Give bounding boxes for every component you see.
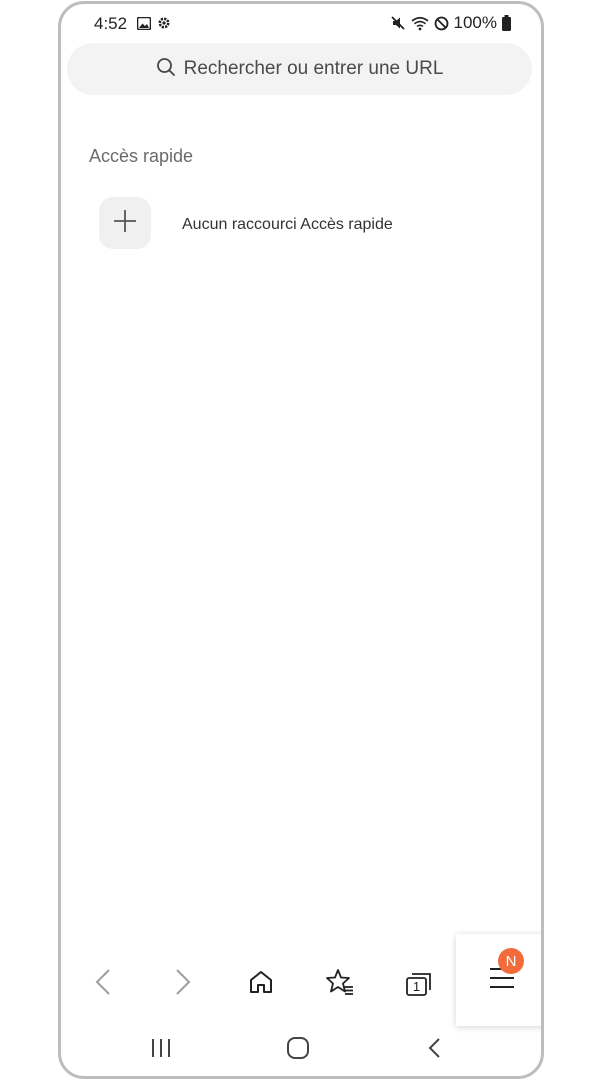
- gallery-icon: [136, 16, 152, 35]
- forward-button[interactable]: [161, 962, 205, 1006]
- status-time: 4:52: [94, 14, 128, 33]
- tabs-button[interactable]: 1: [397, 962, 441, 1006]
- battery-text: 100%: [453, 13, 497, 32]
- system-navbar: [61, 1026, 541, 1070]
- back-button[interactable]: [81, 962, 125, 1006]
- bottom-toolbar: 1 N: [61, 934, 541, 1026]
- settings-gear-icon: [157, 16, 171, 35]
- status-bar: 4:52 100%: [61, 4, 541, 42]
- menu-button[interactable]: N: [456, 934, 541, 1026]
- home-button[interactable]: [239, 962, 283, 1006]
- recents-button[interactable]: [141, 1034, 181, 1066]
- home-button-icon: [286, 1036, 310, 1065]
- search-icon: [156, 57, 176, 82]
- notification-badge: N: [498, 948, 524, 974]
- tab-count: 1: [412, 979, 421, 994]
- do-not-disturb-icon: [434, 16, 449, 31]
- phone-frame: 4:52 100% Rechercher ou entrer une URL A…: [58, 1, 544, 1079]
- battery-icon: [502, 15, 511, 31]
- plus-icon: [113, 209, 137, 238]
- quick-access-empty-message: Aucun raccourci Accès rapide: [182, 216, 393, 233]
- home-icon: [248, 969, 274, 1000]
- system-back-icon: [427, 1037, 441, 1064]
- bookmarks-icon: [326, 968, 354, 1001]
- status-right: 100%: [390, 13, 511, 33]
- bookmarks-button[interactable]: [318, 962, 362, 1006]
- add-shortcut-button[interactable]: [99, 197, 151, 249]
- search-bar[interactable]: Rechercher ou entrer une URL: [67, 43, 532, 95]
- system-back-button[interactable]: [414, 1034, 454, 1066]
- back-icon: [95, 968, 111, 1001]
- wifi-icon: [411, 16, 429, 31]
- mute-icon: [390, 15, 406, 31]
- recents-icon: [150, 1038, 172, 1063]
- system-home-button[interactable]: [278, 1034, 318, 1066]
- status-left-icons: [136, 16, 171, 35]
- tabs-icon: 1: [405, 971, 433, 997]
- forward-icon: [175, 968, 191, 1001]
- quick-access-title: Accès rapide: [89, 146, 194, 166]
- search-input[interactable]: Rechercher ou entrer une URL: [184, 58, 444, 80]
